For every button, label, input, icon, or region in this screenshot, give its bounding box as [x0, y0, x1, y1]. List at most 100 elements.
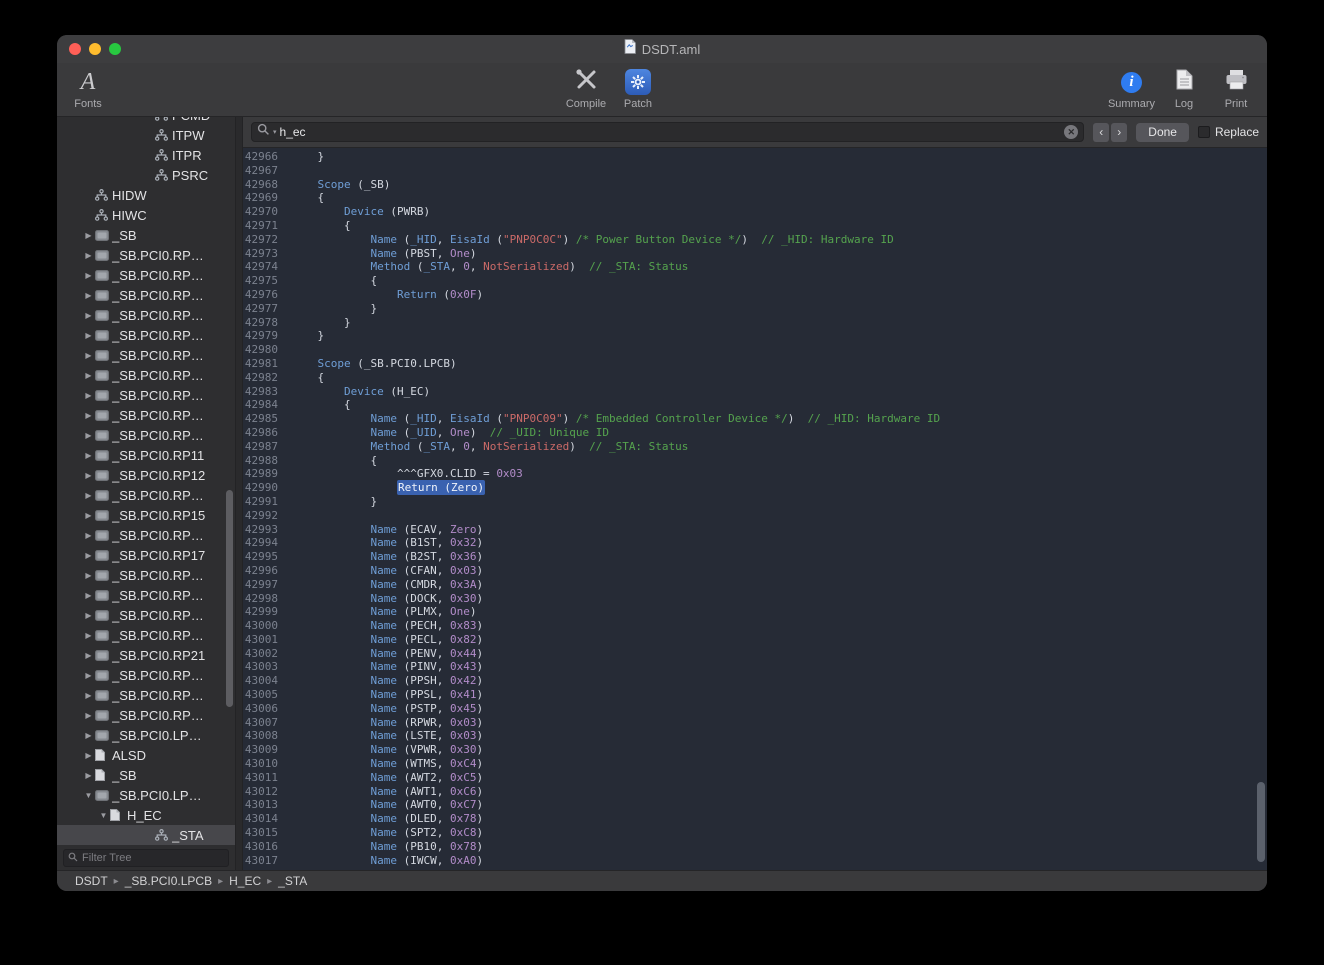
disclosure-triangle[interactable]: ▶ [82, 451, 95, 460]
code-line[interactable]: 42966 } [243, 150, 1267, 164]
disclosure-triangle[interactable]: ▶ [82, 731, 95, 740]
code-line[interactable]: 42969 { [243, 191, 1267, 205]
code-line[interactable]: 43015 Name (SPT2, 0xC8) [243, 826, 1267, 840]
code-line[interactable]: 43004 Name (PPSH, 0x42) [243, 674, 1267, 688]
tree-item-_SBPCI0RP[interactable]: ▶_SB.PCI0.RP… [57, 605, 235, 625]
disclosure-triangle[interactable]: ▶ [82, 411, 95, 420]
code-line[interactable]: 43000 Name (PECH, 0x83) [243, 619, 1267, 633]
patch-button[interactable]: Patch [615, 67, 661, 110]
code-line[interactable]: 42978 } [243, 316, 1267, 330]
tree-item-_SBPCI0RP[interactable]: ▶_SB.PCI0.RP… [57, 585, 235, 605]
disclosure-triangle[interactable]: ▶ [82, 351, 95, 360]
code-line[interactable]: 42974 Method (_STA, 0, NotSerialized) //… [243, 260, 1267, 274]
code-line[interactable]: 43016 Name (PB10, 0x78) [243, 840, 1267, 854]
disclosure-triangle[interactable]: ▶ [82, 691, 95, 700]
tree-item-_SBPCI0RP[interactable]: ▶_SB.PCI0.RP… [57, 325, 235, 345]
code-line[interactable]: 43009 Name (VPWR, 0x30) [243, 743, 1267, 757]
tree-item-_SBPCI0RP21[interactable]: ▶_SB.PCI0.RP21 [57, 645, 235, 665]
titlebar[interactable]: DSDT.aml [57, 35, 1267, 63]
tree-item-_STA[interactable]: _STA [57, 825, 235, 845]
tree-item-_SBPCI0RP[interactable]: ▶_SB.PCI0.RP… [57, 665, 235, 685]
tree-item-_SB[interactable]: ▶_SB [57, 765, 235, 785]
code-line[interactable]: 43006 Name (PSTP, 0x45) [243, 702, 1267, 716]
tree-item-_SBPCI0RP17[interactable]: ▶_SB.PCI0.RP17 [57, 545, 235, 565]
tree-item-HIWC[interactable]: HIWC [57, 205, 235, 225]
editor-scrollbar[interactable] [1257, 782, 1265, 862]
code-line[interactable]: 42998 Name (DOCK, 0x30) [243, 592, 1267, 606]
close-window-button[interactable] [69, 43, 81, 55]
code-line[interactable]: 42973 Name (PBST, One) [243, 247, 1267, 261]
disclosure-triangle[interactable]: ▶ [82, 651, 95, 660]
compile-button[interactable]: Compile [563, 67, 609, 110]
sidebar-scrollbar[interactable] [226, 490, 233, 707]
code-line[interactable]: 43005 Name (PPSL, 0x41) [243, 688, 1267, 702]
code-line[interactable]: 43014 Name (DLED, 0x78) [243, 812, 1267, 826]
replace-toggle[interactable]: Replace [1198, 125, 1259, 139]
tree-item-_SB[interactable]: ▶_SB [57, 225, 235, 245]
code-editor[interactable]: 42966 }4296742968 Scope (_SB)42969 {4297… [243, 148, 1267, 870]
code-line[interactable]: 42984 { [243, 398, 1267, 412]
disclosure-triangle[interactable]: ▶ [82, 231, 95, 240]
disclosure-triangle[interactable]: ▶ [82, 631, 95, 640]
disclosure-triangle[interactable]: ▶ [82, 271, 95, 280]
code-line[interactable]: 42975 { [243, 274, 1267, 288]
disclosure-triangle[interactable]: ▶ [82, 371, 95, 380]
code-line[interactable]: 42968 Scope (_SB) [243, 178, 1267, 192]
breadcrumb-item[interactable]: DSDT [75, 874, 108, 888]
code-line[interactable]: 42988 { [243, 454, 1267, 468]
tree-item-_SBPCI0RP[interactable]: ▶_SB.PCI0.RP… [57, 345, 235, 365]
disclosure-triangle[interactable]: ▶ [82, 591, 95, 600]
find-next-button[interactable]: › [1111, 123, 1127, 142]
code-line[interactable]: 42996 Name (CFAN, 0x03) [243, 564, 1267, 578]
disclosure-triangle[interactable]: ▶ [82, 331, 95, 340]
disclosure-triangle[interactable]: ▶ [82, 571, 95, 580]
code-line[interactable]: 42980 [243, 343, 1267, 357]
filter-tree-input[interactable] [82, 852, 224, 864]
replace-checkbox[interactable] [1198, 126, 1210, 138]
tree-item-_SBPCI0RP[interactable]: ▶_SB.PCI0.RP… [57, 685, 235, 705]
clear-search-icon[interactable]: ✕ [1064, 125, 1078, 139]
tree-item-ITPR[interactable]: ITPR [57, 145, 235, 165]
breadcrumb-item[interactable]: _STA [278, 874, 307, 888]
tree-item-_SBPCI0RP[interactable]: ▶_SB.PCI0.RP… [57, 245, 235, 265]
code-line[interactable]: 42992 [243, 509, 1267, 523]
tree-item-_SBPCI0RP[interactable]: ▶_SB.PCI0.RP… [57, 625, 235, 645]
tree-item-_SBPCI0RP11[interactable]: ▶_SB.PCI0.RP11 [57, 445, 235, 465]
code-line[interactable]: 42972 Name (_HID, EisaId ("PNP0C0C") /* … [243, 233, 1267, 247]
code-line[interactable]: 42967 [243, 164, 1267, 178]
code-line[interactable]: 42987 Method (_STA, 0, NotSerialized) //… [243, 440, 1267, 454]
disclosure-triangle[interactable]: ▶ [82, 771, 95, 780]
code-line[interactable]: 42995 Name (B2ST, 0x36) [243, 550, 1267, 564]
code-line[interactable]: 43013 Name (AWT0, 0xC7) [243, 798, 1267, 812]
tree-item-PSRC[interactable]: PSRC [57, 165, 235, 185]
search-scope-chevron-icon[interactable]: ▾ [273, 128, 277, 136]
disclosure-triangle[interactable]: ▶ [82, 671, 95, 680]
tree-item-_SBPCI0RP[interactable]: ▶_SB.PCI0.RP… [57, 285, 235, 305]
find-previous-button[interactable]: ‹ [1093, 123, 1109, 142]
code-line[interactable]: 42994 Name (B1ST, 0x32) [243, 536, 1267, 550]
print-button[interactable]: Print [1213, 67, 1259, 110]
minimize-window-button[interactable] [89, 43, 101, 55]
fonts-button[interactable]: A Fonts [65, 67, 111, 110]
tree-item-_SBPCI0RP[interactable]: ▶_SB.PCI0.RP… [57, 485, 235, 505]
code-line[interactable]: 43012 Name (AWT1, 0xC6) [243, 785, 1267, 799]
code-line[interactable]: 42986 Name (_UID, One) // _UID: Unique I… [243, 426, 1267, 440]
code-line[interactable]: 42997 Name (CMDR, 0x3A) [243, 578, 1267, 592]
code-line[interactable]: 42970 Device (PWRB) [243, 205, 1267, 219]
search-input[interactable] [280, 125, 1062, 139]
disclosure-triangle[interactable]: ▶ [82, 711, 95, 720]
log-button[interactable]: Log [1161, 67, 1207, 110]
tree-item-ALSD[interactable]: ▶ALSD [57, 745, 235, 765]
tree-item-_SBPCI0LP[interactable]: ▶_SB.PCI0.LP… [57, 725, 235, 745]
code-line[interactable]: 42999 Name (PLMX, One) [243, 605, 1267, 619]
tree-item-H_EC[interactable]: ▼H_EC [57, 805, 235, 825]
tree-item-_SBPCI0RP[interactable]: ▶_SB.PCI0.RP… [57, 305, 235, 325]
disclosure-triangle[interactable]: ▶ [82, 531, 95, 540]
tree-item-_SBPCI0RP[interactable]: ▶_SB.PCI0.RP… [57, 565, 235, 585]
disclosure-triangle[interactable]: ▶ [82, 251, 95, 260]
code-line[interactable]: 43001 Name (PECL, 0x82) [243, 633, 1267, 647]
filter-field[interactable] [63, 849, 229, 867]
disclosure-triangle[interactable]: ▶ [82, 471, 95, 480]
code-line[interactable]: 42977 } [243, 302, 1267, 316]
tree-item-_SBPCI0RP[interactable]: ▶_SB.PCI0.RP… [57, 265, 235, 285]
